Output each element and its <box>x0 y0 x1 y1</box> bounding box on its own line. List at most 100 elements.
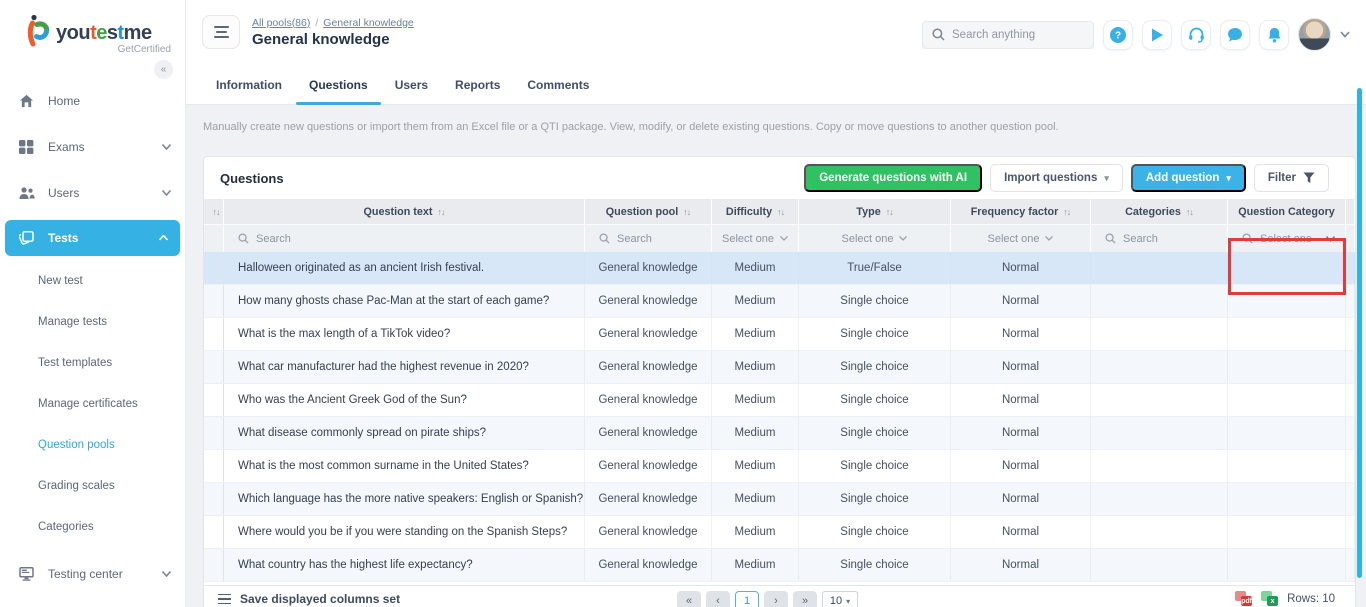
filter-question-category-select[interactable]: Select one <box>1228 225 1346 252</box>
sort-icon: ↑↓ <box>886 207 893 217</box>
table-row[interactable]: What car manufacturer had the highest re… <box>204 351 1355 384</box>
sidebar-toggle-button[interactable] <box>202 15 240 49</box>
support-button[interactable] <box>1181 20 1211 50</box>
page-size-select[interactable]: 10▾ <box>822 591 858 607</box>
column-header-type[interactable]: Type↑↓ <box>799 199 951 224</box>
topbar: All pools(86)/General knowledge General … <box>186 0 1366 66</box>
sidebar-item-users[interactable]: Users <box>0 170 185 216</box>
sidebar-item-question-pools[interactable]: Question pools <box>0 424 185 465</box>
help-button[interactable]: ? <box>1103 20 1133 50</box>
chat-icon <box>1227 27 1243 43</box>
filter-question-pool[interactable] <box>585 225 712 252</box>
filter-question-text[interactable] <box>224 225 585 252</box>
vertical-scrollbar[interactable] <box>1357 88 1362 578</box>
sidebar-item-manage-certificates[interactable]: Manage certificates <box>0 383 185 424</box>
pagination-first-button[interactable]: « <box>677 591 701 607</box>
tab-questions[interactable]: Questions <box>309 66 368 104</box>
filter-question-pool-input[interactable] <box>617 233 707 245</box>
user-menu-chevron-icon[interactable] <box>1340 31 1350 38</box>
chat-button[interactable] <box>1220 20 1250 50</box>
filter-categories[interactable] <box>1091 225 1228 252</box>
pagination-prev-button[interactable]: ‹ <box>706 591 730 607</box>
global-search-input[interactable] <box>952 29 1084 41</box>
sidebar-item-testing-center[interactable]: Testing center <box>0 551 185 597</box>
export-excel-button[interactable]: x <box>1261 591 1278 606</box>
row-question-text: What is the max length of a TikTok video… <box>224 318 585 350</box>
tab-comments[interactable]: Comments <box>527 66 589 104</box>
column-header-frequency-factor[interactable]: Frequency factor↑↓ <box>951 199 1091 224</box>
row-type: Single choice <box>799 285 951 317</box>
table-row[interactable]: Who was the Ancient Greek God of the Sun… <box>204 384 1355 417</box>
sidebar-item-tests[interactable]: Tests <box>5 220 180 256</box>
play-icon <box>1149 27 1165 43</box>
sidebar-item-home[interactable]: Home <box>0 78 185 124</box>
sidebar-collapse-button[interactable]: « <box>154 60 173 79</box>
column-header-question-pool[interactable]: Question pool↑↓ <box>585 199 712 224</box>
tab-information[interactable]: Information <box>216 66 282 104</box>
user-avatar[interactable] <box>1298 18 1331 51</box>
row-question-category <box>1228 285 1346 317</box>
tutorials-button[interactable] <box>1142 20 1172 50</box>
column-header-categories[interactable]: Categories↑↓ <box>1091 199 1228 224</box>
column-header-question-text[interactable]: Question text↑↓ <box>224 199 585 224</box>
row-question-text: Which language has the more native speak… <box>224 483 585 515</box>
table-row[interactable]: What disease commonly spread on pirate s… <box>204 417 1355 450</box>
sidebar-item-label: Testing center <box>48 567 123 581</box>
filter-question-text-input[interactable] <box>256 233 533 245</box>
row-question-pool: General knowledge <box>585 516 712 548</box>
pagination-last-button[interactable]: » <box>793 591 817 607</box>
row-question-pool: General knowledge <box>585 384 712 416</box>
row-handle-cell <box>204 549 224 581</box>
row-question-pool: General knowledge <box>585 252 712 284</box>
table-row[interactable]: What country has the highest life expect… <box>204 549 1355 582</box>
tab-users[interactable]: Users <box>395 66 428 104</box>
sidebar-item-new-test[interactable]: New test <box>0 260 185 301</box>
table-row[interactable]: What is the max length of a TikTok video… <box>204 318 1355 351</box>
pagination-next-button[interactable]: › <box>764 591 788 607</box>
row-categories <box>1091 549 1228 581</box>
columns-icon <box>218 594 231 605</box>
filter-button[interactable]: Filter <box>1254 164 1329 192</box>
users-icon <box>18 187 35 200</box>
notifications-button[interactable] <box>1259 20 1289 50</box>
table-row[interactable]: Which language has the more native speak… <box>204 483 1355 516</box>
export-pdf-button[interactable]: pdf <box>1235 591 1252 606</box>
row-question-text: Halloween originated as an ancient Irish… <box>224 252 585 284</box>
filter-difficulty-select[interactable]: Select one <box>712 225 799 252</box>
sidebar-item-manage-tests[interactable]: Manage tests <box>0 301 185 342</box>
global-search[interactable] <box>922 21 1094 49</box>
content-area: Manually create new questions or import … <box>186 105 1366 607</box>
table-row[interactable]: How many ghosts chase Pac-Man at the sta… <box>204 285 1355 318</box>
pagination-page-1-button[interactable]: 1 <box>735 591 759 607</box>
generate-questions-ai-button[interactable]: Generate questions with AI <box>804 164 982 192</box>
filter-frequency-factor-select[interactable]: Select one <box>951 225 1091 252</box>
sidebar-item-label: Home <box>48 94 80 108</box>
table-row[interactable]: Where would you be if you were standing … <box>204 516 1355 549</box>
row-difficulty: Medium <box>712 318 799 350</box>
sidebar-item-test-templates[interactable]: Test templates <box>0 342 185 383</box>
tab-reports[interactable]: Reports <box>455 66 500 104</box>
testing-center-icon <box>18 567 35 581</box>
sidebar-item-categories[interactable]: Categories <box>0 506 185 547</box>
row-categories <box>1091 285 1228 317</box>
filter-type-select[interactable]: Select one <box>799 225 951 252</box>
save-displayed-columns-button[interactable]: Save displayed columns set <box>218 592 400 606</box>
sidebar-nav: Home Exams Users Tests New te <box>0 78 185 597</box>
row-question-category <box>1228 252 1346 284</box>
breadcrumb-current-link[interactable]: General knowledge <box>323 17 413 29</box>
table-row[interactable]: What is the most common surname in the U… <box>204 450 1355 483</box>
import-questions-button[interactable]: Import questions▾ <box>990 164 1123 192</box>
sidebar-item-grading-scales[interactable]: Grading scales <box>0 465 185 506</box>
column-header-sort-all[interactable]: ↑↓ <box>204 199 224 224</box>
add-question-button[interactable]: Add question▾ <box>1131 164 1246 192</box>
table-row[interactable]: Halloween originated as an ancient Irish… <box>204 252 1355 285</box>
logo-mark-icon <box>26 14 50 50</box>
column-header-difficulty[interactable]: Difficulty↑↓ <box>712 199 799 224</box>
column-header-question-category[interactable]: Question Category <box>1228 199 1346 224</box>
filter-categories-input[interactable] <box>1123 233 1221 245</box>
sidebar-item-exams[interactable]: Exams <box>0 124 185 170</box>
row-categories <box>1091 318 1228 350</box>
sort-icon: ↑↓ <box>1063 207 1070 217</box>
breadcrumb-all-pools-link[interactable]: All pools(86) <box>252 17 310 29</box>
row-question-text: What is the most common surname in the U… <box>224 450 585 482</box>
